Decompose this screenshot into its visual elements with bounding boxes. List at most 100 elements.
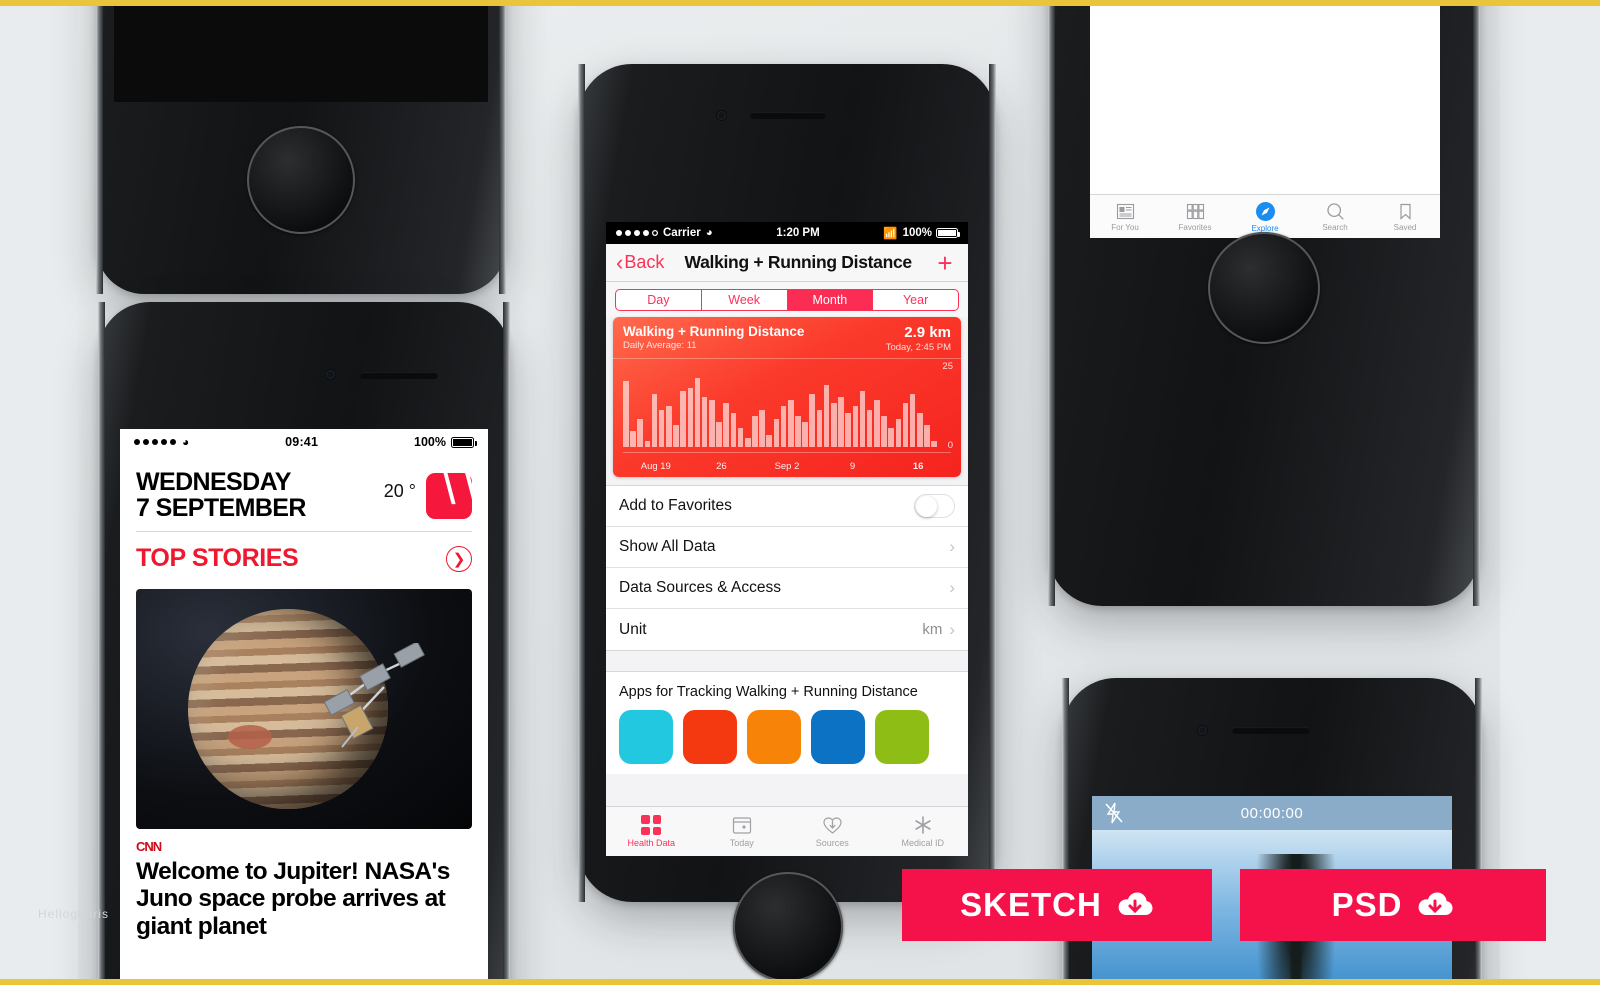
story-source-label: CNN (136, 839, 162, 854)
home-button[interactable] (1208, 232, 1320, 344)
bar-series (623, 369, 937, 447)
bar (773, 418, 780, 447)
phone-news: ◕ 09:41 100% WEDNESDAY 7 SEPTEMBER 20 ° … (98, 302, 510, 979)
home-button[interactable] (733, 872, 843, 979)
tab-label: For You (1111, 222, 1139, 232)
bar (924, 425, 930, 447)
add-data-button[interactable]: + (932, 250, 958, 276)
tab-health-data[interactable]: Health Data (606, 807, 697, 856)
segment-week[interactable]: Week (702, 290, 788, 310)
bar (881, 415, 887, 447)
watermark-text: Hellogehris (38, 907, 110, 921)
earpiece-speaker (750, 112, 826, 119)
bar (673, 425, 679, 447)
battery-icon (936, 228, 960, 238)
bar (666, 406, 672, 447)
front-camera-icon (1198, 726, 1207, 735)
x-tick-label: Aug 19 (640, 461, 671, 472)
tab-medical-id[interactable]: Medical ID (878, 807, 969, 856)
signal-dots-icon (134, 439, 176, 445)
chart-title: Walking + Running Distance (623, 324, 805, 339)
story-headline[interactable]: Welcome to Jupiter! NASA's Juno space pr… (136, 858, 472, 940)
chart-card[interactable]: Walking + Running Distance Daily Average… (613, 317, 961, 477)
favorites-toggle[interactable] (914, 494, 955, 518)
app-icon-row (619, 710, 955, 764)
navigation-bar: ‹ Back Walking + Running Distance + (606, 244, 968, 282)
back-button[interactable]: ‹ Back (616, 251, 665, 274)
list-item[interactable]: Add to Favorites (606, 486, 968, 527)
battery-icon (451, 436, 477, 448)
app-icon-5[interactable] (875, 710, 929, 764)
tab-bar: Health Data Today Sources Medical ID (606, 806, 968, 856)
list-item[interactable]: Unit km › (606, 609, 968, 650)
x-tick-label: 26 (716, 461, 727, 472)
segment-year[interactable]: Year (873, 290, 958, 310)
chart-header-divider (613, 358, 961, 359)
wifi-icon: ◕ (705, 227, 713, 239)
bar (845, 412, 851, 447)
range-segmented-control[interactable]: Day Week Month Year (615, 289, 959, 311)
list-item[interactable]: Show All Data › (606, 527, 968, 568)
recording-timer: 00:00:00 (1240, 804, 1304, 822)
medical-asterisk-icon (915, 816, 931, 834)
left-gutter (0, 6, 78, 979)
apps-section-title: Apps for Tracking Walking + Running Dist… (619, 684, 918, 700)
bar (752, 415, 758, 447)
tab-sources[interactable]: Sources (787, 807, 878, 856)
earpiece-speaker (360, 372, 438, 379)
chevron-right-circle-icon[interactable]: ❯ (446, 545, 472, 572)
bar (701, 397, 708, 447)
weekday-label: WEDNESDAY (136, 468, 291, 496)
status-time: 09:41 (285, 435, 319, 449)
bar (651, 393, 658, 447)
bar (630, 431, 636, 447)
app-icon-2[interactable] (683, 710, 737, 764)
list-item-value: km (922, 621, 943, 638)
bar (644, 440, 651, 447)
top-stories-header: TOP STORIES ❯ (120, 532, 488, 581)
bar (830, 403, 837, 447)
app-icon-4[interactable] (811, 710, 865, 764)
tab-label: Search (1322, 222, 1348, 232)
x-axis-line (623, 452, 951, 453)
tab-saved[interactable]: Saved (1370, 195, 1440, 238)
bar (852, 406, 859, 447)
tab-today[interactable]: Today (697, 807, 788, 856)
psd-download-button[interactable]: PSD (1240, 869, 1546, 941)
bar (859, 390, 866, 447)
segment-month[interactable]: Month (787, 290, 874, 310)
home-button[interactable] (247, 126, 355, 234)
flash-off-icon[interactable] (1104, 802, 1124, 824)
segment-day[interactable]: Day (616, 290, 702, 310)
tab-label: Health Data (627, 838, 676, 848)
bar (823, 384, 830, 447)
bar (816, 409, 823, 447)
battery-percent: 100% (414, 435, 446, 449)
apple-news-logo-icon: ∖∖ (426, 473, 472, 519)
back-label: Back (624, 252, 665, 272)
tab-label: Favorites (1178, 222, 1212, 232)
bluetooth-icon: 📶 (883, 228, 898, 240)
bar (766, 434, 773, 447)
y-axis-min-label: 0 (947, 440, 953, 451)
list-item[interactable]: Data Sources & Access › (606, 568, 968, 609)
app-icon-1[interactable] (619, 710, 673, 764)
sketch-download-button[interactable]: SKETCH (902, 869, 1212, 941)
story-hero-image[interactable] (136, 589, 472, 829)
bar (623, 381, 629, 447)
signal-dots-icon (616, 230, 658, 236)
x-tick-label: 16 (912, 461, 924, 472)
tab-label: Saved (1393, 222, 1417, 232)
bar (759, 409, 765, 447)
tab-for-you[interactable]: For You (1090, 195, 1160, 238)
chart-summary-time: Today, 2:45 PM (885, 342, 951, 353)
cloud-download-icon (1418, 892, 1453, 915)
search-icon (1326, 202, 1344, 220)
status-bar: ◕ 09:41 100% (120, 429, 488, 455)
tab-search[interactable]: Search (1300, 195, 1370, 238)
app-icon-3[interactable] (747, 710, 801, 764)
chevron-right-icon: › (949, 619, 955, 639)
tab-label: Today (729, 838, 754, 848)
download-heart-icon (823, 817, 842, 834)
tab-favorites[interactable]: Favorites (1160, 195, 1230, 238)
